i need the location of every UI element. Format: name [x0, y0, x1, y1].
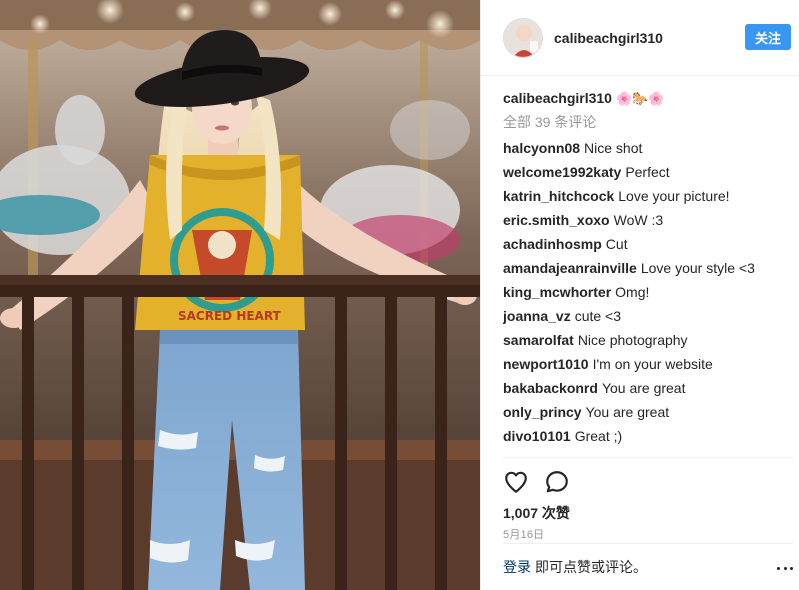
post-header: calibeachgirl310 关注	[481, 0, 799, 76]
heart-icon[interactable]	[503, 469, 529, 495]
comment-username[interactable]: welcome1992katy	[503, 164, 621, 180]
comment-row: king_mcwhorter Omg!	[503, 280, 793, 304]
caption: calibeachgirl310 🌸🐎🌸	[503, 86, 793, 110]
post-details-panel: calibeachgirl310 关注 calibeachgirl310 🌸🐎🌸 …	[480, 0, 799, 590]
comment-bubble-icon[interactable]	[544, 469, 570, 495]
comment-text: cute <3	[574, 308, 622, 324]
comment-text: I'm on your website	[592, 356, 713, 372]
comment-username[interactable]: only_princy	[503, 404, 582, 420]
comment-text: Love your style <3	[640, 260, 755, 276]
view-all-comments-link[interactable]: 全部 39 条评论	[503, 110, 793, 134]
post-footer: 登录 即可点赞或评论。	[503, 543, 793, 590]
comment-username[interactable]: katrin_hitchcock	[503, 188, 614, 204]
comment-row: achadinhosmp Cut	[503, 232, 793, 256]
follow-button[interactable]: 关注	[745, 24, 791, 50]
comment-username[interactable]: bakabackonrd	[503, 380, 598, 396]
comment-text: You are great	[601, 380, 686, 396]
header-username[interactable]: calibeachgirl310	[554, 30, 663, 46]
comment-username[interactable]: samarolfat	[503, 332, 574, 348]
comment-row: halcyonn08 Nice shot	[503, 136, 793, 160]
comment-username[interactable]: amandajeanrainville	[503, 260, 637, 276]
caption-emoji: 🌸🐎🌸	[615, 91, 665, 106]
comment-text: Perfect	[625, 164, 670, 180]
post-photo[interactable]: SACRED HEART	[0, 0, 480, 590]
comment-text: Great ;)	[574, 428, 623, 444]
profile-photo-icon	[504, 18, 542, 57]
more-options-icon[interactable]	[777, 560, 793, 576]
comment-row: katrin_hitchcock Love your picture!	[503, 184, 793, 208]
comment-username[interactable]: divo10101	[503, 428, 571, 444]
comments-section: calibeachgirl310 🌸🐎🌸 全部 39 条评论 halcyonn08…	[503, 86, 793, 448]
comment-text: Love your picture!	[618, 188, 730, 204]
comment-username[interactable]: achadinhosmp	[503, 236, 602, 252]
comment-row: joanna_vz cute <3	[503, 304, 793, 328]
svg-text:SACRED HEART: SACRED HEART	[178, 309, 282, 323]
comment-row: divo10101 Great ;)	[503, 424, 793, 448]
comment-row: bakabackonrd You are great	[503, 376, 793, 400]
comment-text: Omg!	[615, 284, 650, 300]
comment-username[interactable]: eric.smith_xoxo	[503, 212, 610, 228]
likes-count[interactable]: 1,007 次赞	[503, 502, 793, 524]
comment-row: samarolfat Nice photography	[503, 328, 793, 352]
comment-username[interactable]: halcyonn08	[503, 140, 580, 156]
comment-text: WoW :3	[613, 212, 664, 228]
comment-username[interactable]: joanna_vz	[503, 308, 571, 324]
avatar[interactable]	[503, 17, 543, 58]
comment-text: Nice shot	[584, 140, 643, 156]
comment-text: Cut	[605, 236, 628, 252]
comment-text: Nice photography	[577, 332, 688, 348]
comment-username[interactable]: king_mcwhorter	[503, 284, 611, 300]
comment-username[interactable]: newport1010	[503, 356, 589, 372]
comment-row: newport1010 I'm on your website	[503, 352, 793, 376]
comment-row: eric.smith_xoxo WoW :3	[503, 208, 793, 232]
action-icons	[503, 458, 793, 502]
post-actions: 1,007 次赞 5月16日	[503, 457, 793, 546]
comment-row: only_princy You are great	[503, 400, 793, 424]
caption-username[interactable]: calibeachgirl310	[503, 90, 612, 106]
comment-row: amandajeanrainville Love your style <3	[503, 256, 793, 280]
login-link[interactable]: 登录	[503, 557, 531, 577]
comment-text: You are great	[585, 404, 670, 420]
comment-row: welcome1992katy Perfect	[503, 160, 793, 184]
login-prompt-text: 即可点赞或评论。	[535, 559, 647, 575]
